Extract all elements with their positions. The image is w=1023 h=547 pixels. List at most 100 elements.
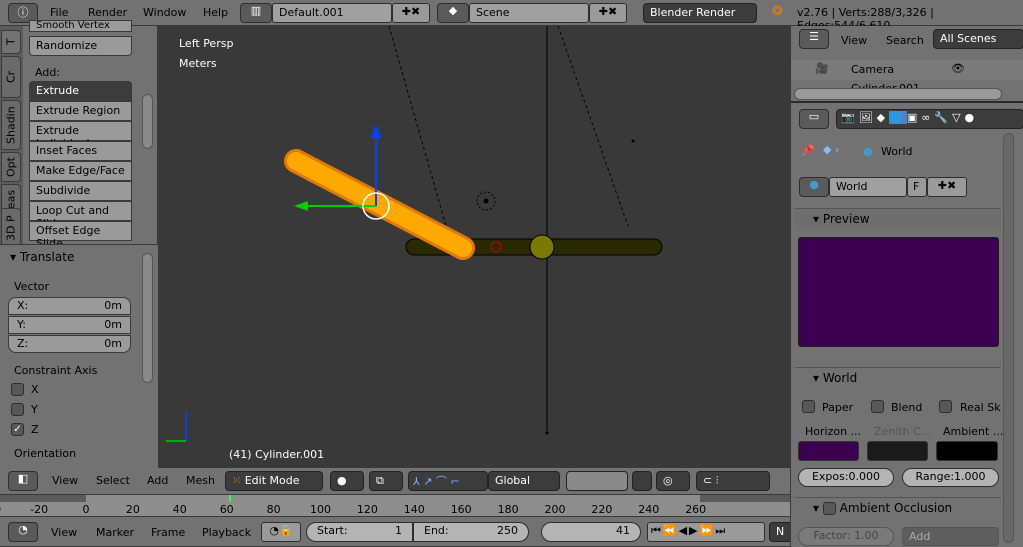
properties-editor: ▭ 📷🖼◆🌐▣∞🔧▽● 📌 ◆ › ● World ● World F ✚✖ ▾… xyxy=(790,103,1023,547)
fake-user-button[interactable]: F xyxy=(907,177,927,197)
exposure-field[interactable]: Expos:0.000 xyxy=(798,468,894,487)
extrude-individual-button[interactable]: Extrude Individual xyxy=(29,121,132,150)
preview-range-icons[interactable]: ◔🔒 xyxy=(261,522,301,542)
real-sky-checkbox[interactable] xyxy=(939,400,952,413)
tab-3d-print[interactable]: 3D P xyxy=(1,208,21,248)
vector-x-field[interactable]: X: 0m xyxy=(8,297,131,315)
pin-icon[interactable]: 📌 xyxy=(801,144,815,157)
range-field[interactable]: Range:1.000 xyxy=(902,468,999,487)
marker-menu[interactable]: Marker xyxy=(96,526,134,539)
start-frame-field[interactable]: Start: 1 xyxy=(306,522,413,542)
constraint-y-checkbox[interactable] xyxy=(11,403,24,416)
randomize-button[interactable]: Randomize xyxy=(29,36,132,56)
timeline-tick-label: 260 xyxy=(685,503,707,516)
occlude-geometry-icon[interactable] xyxy=(632,471,652,491)
preview-panel-header[interactable]: ▾ Preview xyxy=(795,208,1001,230)
vector-z-field[interactable]: Z: 0m xyxy=(8,335,131,353)
tab-create[interactable]: Cr xyxy=(1,56,21,98)
constraint-x-checkbox[interactable] xyxy=(11,383,24,396)
context-tabs[interactable]: 📷🖼◆🌐▣∞🔧▽● xyxy=(836,109,1023,129)
preview-title: Preview xyxy=(822,212,870,226)
paper-sky-checkbox[interactable] xyxy=(802,400,815,413)
mesh-menu[interactable]: Mesh xyxy=(186,474,215,487)
mode-select[interactable]: ⁙ Edit Mode xyxy=(225,471,323,491)
playback-menu[interactable]: Playback xyxy=(202,526,251,539)
selected-cylinder xyxy=(284,149,475,260)
tab-shading[interactable]: Shadin xyxy=(1,100,21,150)
operator-scrollbar[interactable] xyxy=(142,253,153,383)
timeline-header: ◔ View Marker Frame Playback ◔🔒 Start: 1 … xyxy=(0,517,793,547)
extrude-region-button[interactable]: Extrude Region xyxy=(29,101,132,121)
screen-layout-icon[interactable]: ▥ xyxy=(240,3,272,23)
scene-add-remove[interactable]: ✚✖ xyxy=(589,3,627,23)
outliner-row-camera[interactable]: 🎥 Camera 👁 xyxy=(791,60,1023,80)
horizon-color-label: Horizon ... xyxy=(805,425,862,438)
offset-edge-slide-button[interactable]: Offset Edge Slide xyxy=(29,221,132,250)
translate-panel-title[interactable]: ▾ Translate xyxy=(10,250,74,264)
current-frame-marker[interactable] xyxy=(229,495,231,502)
paper-sky-label: Paper xyxy=(822,401,854,414)
outliner-search-menu[interactable]: Search xyxy=(886,34,924,47)
outliner-h-scrollbar[interactable] xyxy=(794,88,1002,100)
screen-add-remove[interactable]: ✚✖ xyxy=(392,3,430,23)
world-add-remove[interactable]: ✚✖ xyxy=(927,177,967,197)
pivot-point-icon[interactable]: ⧉ xyxy=(369,471,403,491)
loop-cut-slide-button[interactable]: Loop Cut and Slide xyxy=(29,201,132,230)
toolshelf-scrollbar[interactable] xyxy=(142,94,153,149)
3d-viewport[interactable]: Left Persp Meters (41) Cylinder.001 xyxy=(158,26,790,468)
properties-editor-icon[interactable]: ▭ xyxy=(799,109,829,129)
visibility-eye-icon[interactable]: 👁 xyxy=(951,62,965,75)
scene-icon[interactable]: ◆ xyxy=(437,3,469,23)
view-menu[interactable]: View xyxy=(52,474,78,487)
select-mode-icons[interactable] xyxy=(566,471,628,491)
zenith-color-swatch[interactable] xyxy=(867,441,928,461)
menu-render[interactable]: Render xyxy=(88,6,127,19)
horizon-color-swatch[interactable] xyxy=(798,441,859,461)
ao-blend-select[interactable]: Add xyxy=(902,527,999,546)
menu-help[interactable]: Help xyxy=(203,6,228,19)
end-frame-field[interactable]: End: 250 xyxy=(413,522,529,542)
properties-scrollbar[interactable] xyxy=(1003,133,1014,543)
extrude-menu-button[interactable]: Extrude xyxy=(29,81,132,101)
tab-tools[interactable]: T xyxy=(1,30,21,54)
scene-name-field[interactable]: Scene xyxy=(469,3,589,23)
current-frame-field[interactable]: 41 xyxy=(541,522,641,542)
outliner-view-menu[interactable]: View xyxy=(841,34,867,47)
editor-type-icon[interactable]: ◧ xyxy=(8,471,38,491)
select-menu[interactable]: Select xyxy=(96,474,130,487)
inset-faces-button[interactable]: Inset Faces xyxy=(29,141,132,161)
ambient-color-swatch[interactable] xyxy=(936,441,998,461)
timeline-ruler[interactable] xyxy=(0,495,790,517)
viewport-shading-icon[interactable]: ● xyxy=(330,471,364,491)
menu-file[interactable]: File xyxy=(50,6,68,19)
ao-factor-field[interactable]: Factor: 1.00 xyxy=(798,527,894,546)
vector-y-field[interactable]: Y: 0m xyxy=(8,316,131,334)
ao-panel-header[interactable]: ▾ Ambient Occlusion xyxy=(795,497,1001,519)
menu-window[interactable]: Window xyxy=(143,6,186,19)
subdivide-button[interactable]: Subdivide xyxy=(29,181,132,201)
add-menu[interactable]: Add xyxy=(147,474,168,487)
world-name-field[interactable]: World xyxy=(829,177,907,197)
proportional-edit-icon[interactable]: ◎ xyxy=(656,471,690,491)
smooth-vertex-button[interactable]: Smooth Vertex xyxy=(29,20,132,32)
snap-icons[interactable]: ⊂ ⫶ xyxy=(696,471,770,491)
playback-controls[interactable]: ⏮⏪◀▶⏩⏭ xyxy=(647,522,765,542)
make-edge-face-button[interactable]: Make Edge/Face xyxy=(29,161,132,181)
timeline-tick-label: 140 xyxy=(403,503,425,516)
screen-name-field[interactable]: Default.001 xyxy=(272,3,392,23)
outliner-filter-select[interactable]: All Scenes xyxy=(933,29,1023,49)
tab-options[interactable]: Opt xyxy=(1,152,21,182)
render-engine-label: Blender Render xyxy=(650,6,736,19)
constraint-z-checkbox[interactable]: ✓ xyxy=(11,423,24,436)
frame-menu[interactable]: Frame xyxy=(151,526,185,539)
outliner-editor-icon[interactable]: ☰ xyxy=(799,29,829,49)
timeline-view-menu[interactable]: View xyxy=(51,526,77,539)
blend-sky-checkbox[interactable] xyxy=(871,400,884,413)
timeline-editor-icon[interactable]: ◔ xyxy=(8,522,38,542)
render-engine-select[interactable]: Blender Render xyxy=(643,3,757,23)
world-panel-header[interactable]: ▾ World xyxy=(795,367,1001,389)
ao-checkbox[interactable] xyxy=(822,502,836,515)
manipulator-icons[interactable]: ⅄ ↗ ⌒ ⌐ xyxy=(408,471,488,491)
orientation-select[interactable]: Global xyxy=(488,471,560,491)
world-browse-icon[interactable]: ● xyxy=(799,177,829,197)
